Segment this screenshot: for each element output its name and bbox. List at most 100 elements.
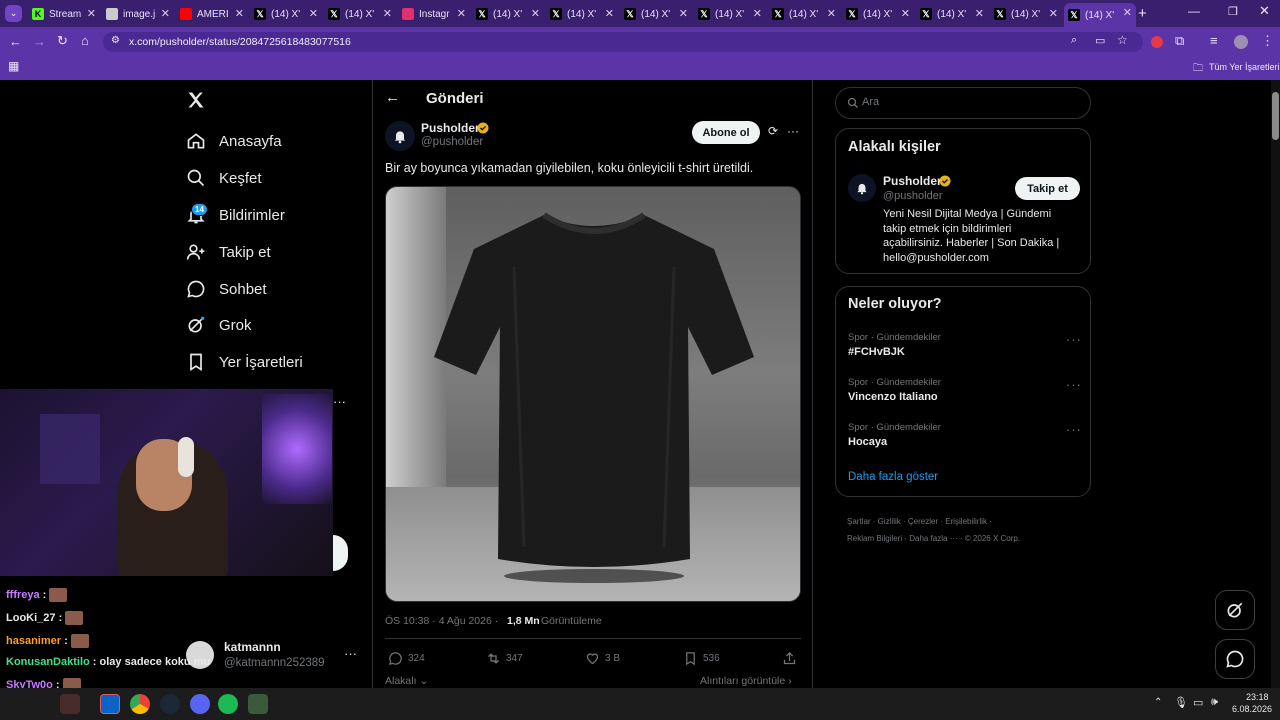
browser-tab[interactable]: 𝕏 (14) X' ✕ bbox=[916, 4, 988, 24]
browser-tab[interactable]: Instagr ✕ bbox=[398, 4, 470, 24]
footer-link[interactable]: Şartlar bbox=[847, 517, 871, 526]
profile-avatar[interactable] bbox=[1234, 35, 1248, 49]
back-arrow-icon[interactable]: ← bbox=[385, 89, 400, 106]
scrollbar-track[interactable] bbox=[1271, 80, 1280, 688]
related-name[interactable]: Pusholder bbox=[883, 174, 942, 188]
reply-button[interactable]: 324 bbox=[388, 651, 425, 666]
related-handle[interactable]: @pusholder bbox=[883, 190, 942, 202]
bookmark-star-icon[interactable]: ☆ bbox=[1117, 33, 1128, 47]
apps-grid-icon[interactable]: ▦ bbox=[8, 59, 19, 73]
grok-explain-icon[interactable]: ⟳ bbox=[768, 124, 778, 138]
close-tab-icon[interactable]: ✕ bbox=[975, 7, 984, 20]
like-button[interactable]: 3 B bbox=[585, 651, 620, 666]
x-logo-icon[interactable] bbox=[186, 90, 206, 110]
post-timestamp[interactable]: ÖS 10:38 · 4 Ağu 2026 · bbox=[385, 615, 501, 627]
volume-icon[interactable]: 🕪 bbox=[1211, 696, 1218, 709]
taskbar-outlook-icon[interactable] bbox=[100, 694, 120, 714]
share-button[interactable] bbox=[782, 651, 802, 666]
browser-tab[interactable]: 𝕏 (14) X' ✕ bbox=[842, 4, 914, 24]
trend-item[interactable]: Spor · Gündemdekiler #FCHvBJK bbox=[848, 332, 941, 358]
close-tab-icon[interactable]: ✕ bbox=[161, 7, 170, 20]
close-tab-icon[interactable]: ✕ bbox=[605, 7, 614, 20]
author-avatar[interactable] bbox=[385, 121, 415, 151]
address-bar[interactable]: ⚙ x.com/pusholder/status/208472561848307… bbox=[103, 32, 1143, 52]
scrollbar-thumb[interactable] bbox=[1272, 92, 1279, 140]
network-icon[interactable]: ▭ bbox=[1193, 696, 1203, 709]
bookmark-button[interactable]: 536 bbox=[683, 651, 720, 666]
close-tab-icon[interactable]: ✕ bbox=[753, 7, 762, 20]
author-name[interactable]: Pusholder bbox=[421, 121, 480, 135]
account-more-icon[interactable]: ··· bbox=[344, 646, 357, 661]
footer-link[interactable]: Reklam Bilgileri bbox=[847, 534, 902, 543]
close-tab-icon[interactable]: ✕ bbox=[457, 7, 466, 20]
sidebar-item-grok[interactable]: Grok bbox=[186, 312, 252, 338]
close-tab-icon[interactable]: ✕ bbox=[827, 7, 836, 20]
view-quotes-link[interactable]: Alıntıları görüntüle › bbox=[700, 675, 792, 687]
messages-floating-button[interactable] bbox=[1215, 639, 1255, 679]
close-window-button[interactable]: ✕ bbox=[1259, 3, 1270, 19]
footer-link[interactable]: Erişilebilirlik bbox=[945, 517, 987, 526]
close-tab-icon[interactable]: ✕ bbox=[1123, 6, 1132, 19]
more-options-icon[interactable]: ··· bbox=[333, 394, 346, 409]
browser-tab[interactable]: K Stream ✕ bbox=[28, 4, 100, 24]
sidebar-item-follow[interactable]: Takip et bbox=[186, 239, 271, 265]
browser-tab[interactable]: 𝕏 (14) X' ✕ bbox=[472, 4, 544, 24]
related-avatar[interactable] bbox=[848, 174, 876, 202]
account-handle[interactable]: @katmannn252389 bbox=[224, 657, 325, 669]
search-box[interactable]: Ara bbox=[835, 87, 1091, 119]
close-tab-icon[interactable]: ✕ bbox=[531, 7, 540, 20]
sidebar-item-home[interactable]: Anasayfa bbox=[186, 128, 282, 154]
taskbar-obs-icon[interactable] bbox=[60, 694, 80, 714]
taskbar-spotify-icon[interactable] bbox=[218, 694, 238, 714]
post-image[interactable] bbox=[385, 186, 801, 602]
repost-button[interactable]: 347 bbox=[486, 651, 523, 666]
post-more-icon[interactable]: ··· bbox=[787, 124, 799, 138]
home-browser-icon[interactable]: ⌂ bbox=[81, 33, 89, 48]
close-tab-icon[interactable]: ✕ bbox=[87, 7, 96, 20]
follow-button[interactable]: Takip et bbox=[1015, 177, 1080, 200]
taskbar-chrome-icon[interactable] bbox=[130, 694, 150, 714]
taskbar-steam-icon[interactable] bbox=[160, 694, 180, 714]
tray-chevron-icon[interactable]: ⌃ bbox=[1154, 697, 1162, 708]
close-tab-icon[interactable]: ✕ bbox=[383, 7, 392, 20]
browser-tab[interactable]: 𝕏 (14) X' ✕ bbox=[694, 4, 766, 24]
taskbar-discord-icon[interactable] bbox=[190, 694, 210, 714]
grok-floating-button[interactable] bbox=[1215, 590, 1255, 630]
new-tab-button[interactable]: + bbox=[1138, 5, 1147, 22]
trend-more-icon[interactable]: ··· bbox=[1066, 332, 1082, 347]
reload-icon[interactable]: ↻ bbox=[57, 33, 68, 49]
taskbar-app-icon[interactable] bbox=[248, 694, 268, 714]
relevant-sort-dropdown[interactable]: Alakalı ⌄ bbox=[385, 675, 428, 687]
sidebar-item-chat[interactable]: Sohbet bbox=[186, 276, 267, 302]
forward-icon[interactable]: → bbox=[33, 34, 46, 49]
clock-date[interactable]: 6.08.2026 bbox=[1232, 704, 1272, 714]
close-tab-icon[interactable]: ✕ bbox=[679, 7, 688, 20]
browser-tab[interactable]: 𝕏 (14) X' ✕ bbox=[990, 4, 1062, 24]
trend-item[interactable]: Spor · Gündemdekiler Vincenzo Italiano bbox=[848, 377, 941, 403]
browser-tab[interactable]: 𝕏 (14) X' ✕ bbox=[1064, 3, 1136, 27]
back-icon[interactable]: ← bbox=[9, 34, 22, 49]
sidebar-item-bookmarks[interactable]: Yer İşaretleri bbox=[186, 349, 303, 375]
close-tab-icon[interactable]: ✕ bbox=[235, 7, 244, 20]
reading-list-icon[interactable]: ≡ bbox=[1210, 33, 1218, 48]
url-text[interactable]: x.com/pusholder/status/20847256184830775… bbox=[129, 36, 351, 48]
account-name[interactable]: katmannn bbox=[224, 640, 281, 654]
tab-search-button[interactable]: ⌄ bbox=[5, 5, 22, 22]
trend-more-icon[interactable]: ··· bbox=[1066, 422, 1082, 437]
minimize-button[interactable]: — bbox=[1188, 4, 1200, 18]
restore-button[interactable]: ❐ bbox=[1228, 5, 1238, 18]
browser-tab[interactable]: 𝕏 (14) X' ✕ bbox=[546, 4, 618, 24]
sidebar-item-explore[interactable]: Keşfet bbox=[186, 165, 262, 191]
cast-icon[interactable]: ▭ bbox=[1095, 34, 1105, 47]
show-more-link[interactable]: Daha fazla göster bbox=[848, 471, 938, 483]
bookmarks-folder-icon[interactable]: 🗀 bbox=[1193, 61, 1203, 78]
close-tab-icon[interactable]: ✕ bbox=[1049, 7, 1058, 20]
extensions-puzzle-icon[interactable]: ⧉ bbox=[1175, 33, 1184, 49]
browser-tab[interactable]: 𝕏 (14) X' ✕ bbox=[250, 4, 322, 24]
footer-link[interactable]: Çerezler bbox=[908, 517, 938, 526]
browser-tab[interactable]: AMERI ✕ bbox=[176, 4, 248, 24]
extension-icon[interactable] bbox=[1151, 36, 1163, 48]
trend-more-icon[interactable]: ··· bbox=[1066, 377, 1082, 392]
close-tab-icon[interactable]: ✕ bbox=[901, 7, 910, 20]
browser-tab[interactable]: 𝕏 (14) X' ✕ bbox=[324, 4, 396, 24]
